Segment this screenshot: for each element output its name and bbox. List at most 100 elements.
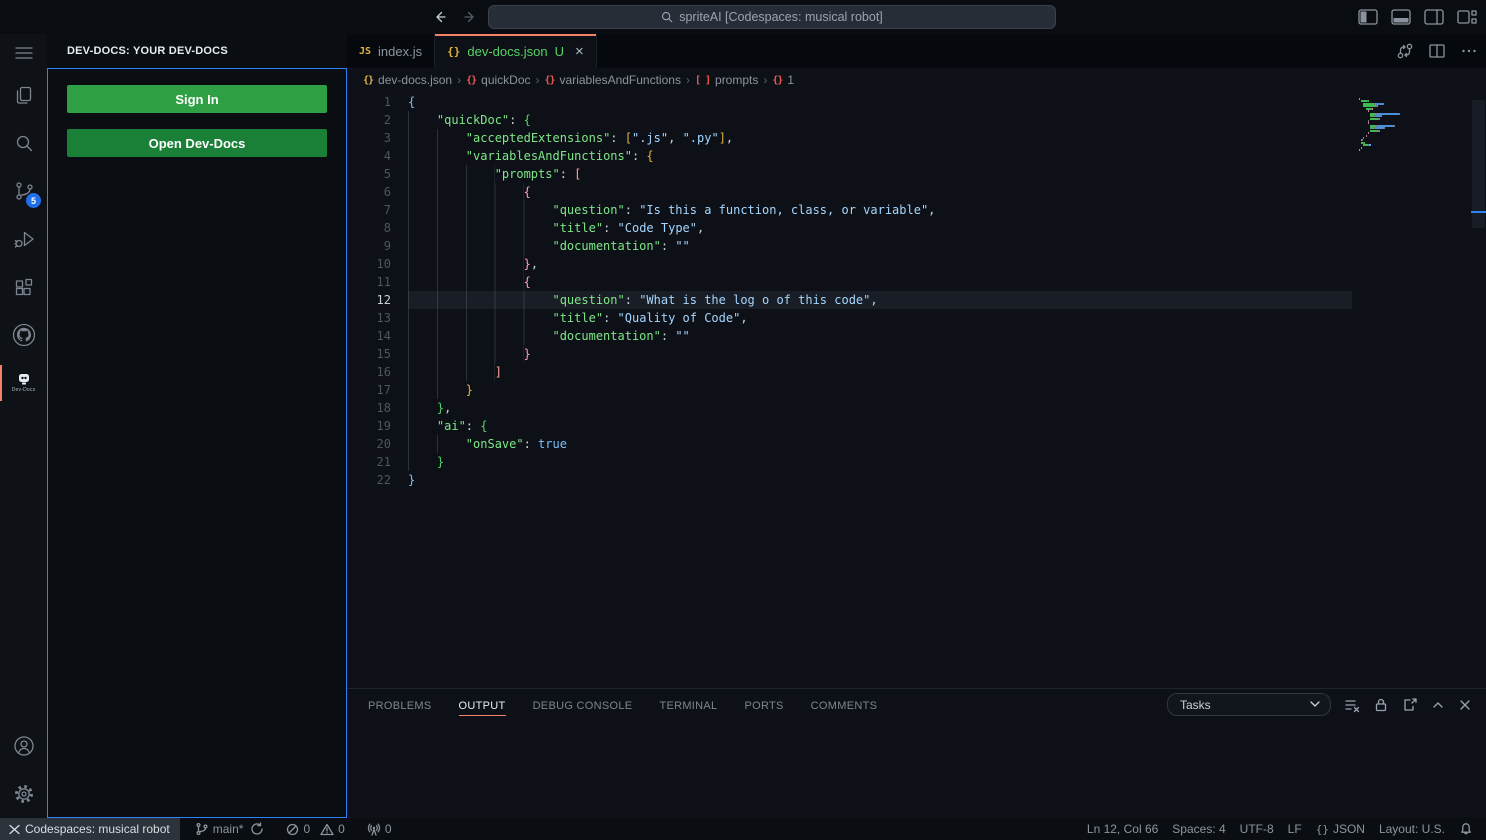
panel-tab-problems[interactable]: PROBLEMS xyxy=(368,692,432,718)
code-line-1[interactable]: 1{ xyxy=(347,93,1352,111)
line-number: 16 xyxy=(347,363,391,381)
search-icon xyxy=(661,11,673,23)
open-changes-icon[interactable] xyxy=(1396,42,1414,60)
problems-status-item[interactable]: 0 0 xyxy=(279,818,351,840)
minimap[interactable] xyxy=(1359,92,1445,152)
language-mode-item[interactable]: {} JSON xyxy=(1309,818,1372,840)
source-control-badge: 5 xyxy=(26,193,41,208)
code-line-22[interactable]: 22} xyxy=(347,471,1352,489)
ports-status-item[interactable]: 0 xyxy=(360,818,399,840)
errors-icon xyxy=(286,823,299,836)
braces-icon: {} xyxy=(1316,823,1329,836)
keyboard-layout-item[interactable]: Layout: U.S. xyxy=(1372,818,1452,840)
panel-tab-terminal[interactable]: TERMINAL xyxy=(659,692,717,718)
maximize-panel-icon[interactable] xyxy=(1431,698,1445,712)
code-editor[interactable]: 1{2"quickDoc": {3"acceptedExtensions": [… xyxy=(347,92,1486,688)
git-status-badge: U xyxy=(555,44,564,59)
search-sidebar-icon[interactable] xyxy=(0,119,47,167)
code-line-11[interactable]: 11{ xyxy=(347,273,1352,291)
devdocs-sidebar: DEV-DOCS: YOUR DEV-DOCS Sign In Open Dev… xyxy=(47,34,347,818)
remote-indicator[interactable]: Codespaces: musical robot xyxy=(0,818,180,840)
sign-in-button[interactable]: Sign In xyxy=(67,85,327,113)
panel-tab-ports[interactable]: PORTS xyxy=(744,692,783,718)
git-branch-item[interactable]: main* xyxy=(188,818,272,840)
notifications-bell-icon[interactable] xyxy=(1452,818,1480,840)
open-devdocs-button[interactable]: Open Dev-Docs xyxy=(67,129,327,157)
code-line-15[interactable]: 15} xyxy=(347,345,1352,363)
explorer-icon[interactable] xyxy=(0,71,47,119)
title-bar: spriteAI [Codespaces: musical robot] xyxy=(0,0,1486,34)
breadcrumb-item-variablesandfunctions[interactable]: {} variablesAndFunctions xyxy=(545,73,681,87)
code-line-7[interactable]: 7"question": "Is this a function, class,… xyxy=(347,201,1352,219)
more-actions-icon[interactable] xyxy=(1460,42,1478,60)
code-line-2[interactable]: 2"quickDoc": { xyxy=(347,111,1352,129)
panel-tab-comments[interactable]: COMMENTS xyxy=(811,692,878,718)
code-line-5[interactable]: 5"prompts": [ xyxy=(347,165,1352,183)
source-control-icon[interactable]: 5 xyxy=(0,167,47,215)
search-value: spriteAI [Codespaces: musical robot] xyxy=(679,10,883,24)
code-line-16[interactable]: 16] xyxy=(347,363,1352,381)
back-arrow-icon[interactable] xyxy=(430,7,450,27)
code-line-13[interactable]: 13"title": "Quality of Code", xyxy=(347,309,1352,327)
split-editor-icon[interactable] xyxy=(1428,42,1446,60)
line-number: 11 xyxy=(347,273,391,291)
customize-layout-icon[interactable] xyxy=(1456,7,1478,27)
extensions-icon[interactable] xyxy=(0,263,47,311)
breadcrumb-item-prompts[interactable]: [ ] prompts xyxy=(695,73,758,87)
cursor-position-item[interactable]: Ln 12, Col 66 xyxy=(1080,818,1165,840)
code-line-20[interactable]: 20"onSave": true xyxy=(347,435,1352,453)
code-line-12[interactable]: 12"question": "What is the log o of this… xyxy=(347,291,1352,309)
github-icon[interactable] xyxy=(0,311,47,359)
code-line-9[interactable]: 9"documentation": "" xyxy=(347,237,1352,255)
code-line-17[interactable]: 17} xyxy=(347,381,1352,399)
line-number: 2 xyxy=(347,111,391,129)
code-line-3[interactable]: 3"acceptedExtensions": [".js", ".py"], xyxy=(347,129,1352,147)
eol-item[interactable]: LF xyxy=(1281,818,1309,840)
line-number: 7 xyxy=(347,201,391,219)
command-center-search[interactable]: spriteAI [Codespaces: musical robot] xyxy=(488,5,1056,29)
toggle-panel-icon[interactable] xyxy=(1390,7,1412,27)
settings-gear-icon[interactable] xyxy=(0,770,47,818)
code-line-6[interactable]: 6{ xyxy=(347,183,1352,201)
tab-dev-docs-json[interactable]: {} dev-docs.json U × xyxy=(435,34,597,68)
scrollbar-slider[interactable] xyxy=(1472,100,1485,228)
toggle-secondary-sidebar-icon[interactable] xyxy=(1423,7,1445,27)
code-line-19[interactable]: 19"ai": { xyxy=(347,417,1352,435)
code-line-4[interactable]: 4"variablesAndFunctions": { xyxy=(347,147,1352,165)
panel-tab-debug-console[interactable]: DEBUG CONSOLE xyxy=(533,692,633,718)
output-channel-dropdown[interactable]: Tasks xyxy=(1167,693,1331,716)
indentation-item[interactable]: Spaces: 4 xyxy=(1165,818,1232,840)
toggle-primary-sidebar-icon[interactable] xyxy=(1357,7,1379,27)
open-output-in-editor-icon[interactable] xyxy=(1402,697,1418,713)
lock-scroll-icon[interactable] xyxy=(1373,697,1389,713)
breadcrumb-item-quickdoc[interactable]: {} quickDoc xyxy=(466,73,530,87)
devdocs-extension-icon[interactable]: Dev-Docs xyxy=(0,359,47,407)
code-line-14[interactable]: 14"documentation": "" xyxy=(347,327,1352,345)
editor-scrollbar[interactable] xyxy=(1471,92,1486,688)
breadcrumb-item-file[interactable]: {} dev-docs.json xyxy=(363,73,452,87)
menu-hamburger-icon[interactable] xyxy=(0,34,47,71)
code-line-8[interactable]: 8"title": "Code Type", xyxy=(347,219,1352,237)
breadcrumb-item-index[interactable]: {} 1 xyxy=(772,73,794,87)
code-line-21[interactable]: 21} xyxy=(347,453,1352,471)
code-line-18[interactable]: 18}, xyxy=(347,399,1352,417)
accounts-icon[interactable] xyxy=(0,722,47,770)
line-number: 21 xyxy=(347,453,391,471)
devdocs-tiny-label: Dev-Docs xyxy=(12,387,36,393)
tab-index-js[interactable]: JS index.js xyxy=(347,34,435,68)
encoding-item[interactable]: UTF-8 xyxy=(1233,818,1281,840)
panel-tab-output[interactable]: OUTPUT xyxy=(459,692,506,718)
line-number: 4 xyxy=(347,147,391,165)
breadcrumb: {} dev-docs.json › {} quickDoc › {} vari… xyxy=(347,68,1486,92)
json-file-icon: {} xyxy=(447,45,460,58)
code-line-10[interactable]: 10}, xyxy=(347,255,1352,273)
run-and-debug-icon[interactable] xyxy=(0,215,47,263)
forward-arrow-icon[interactable] xyxy=(460,7,480,27)
tab-label: index.js xyxy=(378,44,422,59)
editor-tab-bar: JS index.js {} dev-docs.json U × xyxy=(347,34,1486,68)
line-number: 12 xyxy=(347,291,391,309)
close-tab-icon[interactable]: × xyxy=(575,44,584,59)
clear-output-icon[interactable] xyxy=(1344,697,1360,713)
tab-label: dev-docs.json xyxy=(467,44,547,59)
close-panel-icon[interactable] xyxy=(1458,698,1472,712)
